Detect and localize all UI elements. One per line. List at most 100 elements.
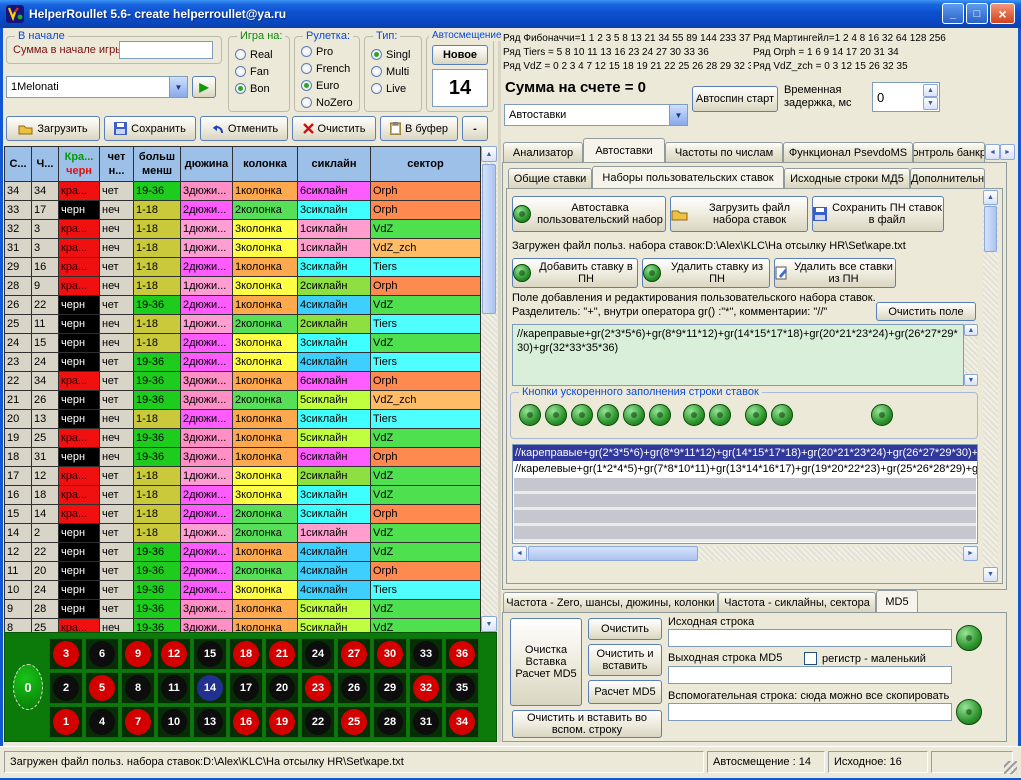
tab-freq-sixlines[interactable]: Частота - сиклайны, сектора [718, 592, 876, 612]
radio-option-live[interactable]: Live [365, 80, 421, 97]
radio-option-fan[interactable]: Fan [229, 63, 289, 80]
board-number-20[interactable]: 20 [265, 672, 299, 704]
table-row[interactable]: 928чернчет19-363дюжи...1колонка5сиклайнV… [5, 600, 481, 619]
spins-table[interactable]: 3434кра...чет19-363дюжи...1колонка6сикла… [4, 182, 481, 632]
load-button[interactable]: Загрузить [6, 116, 100, 141]
board-number-11[interactable]: 11 [157, 672, 191, 704]
board-number-23[interactable]: 23 [301, 672, 335, 704]
radio-option-pro[interactable]: Pro [295, 43, 359, 60]
tab-scroll-left-icon[interactable]: ◄ [985, 144, 1000, 160]
board-number-16[interactable]: 16 [229, 706, 263, 738]
scroll-up-icon[interactable]: ▲ [481, 146, 497, 162]
play-button[interactable]: ▶ [192, 76, 216, 98]
table-row[interactable]: 1712кра...чет1-181дюжи...3колонка2сиклай… [5, 467, 481, 486]
quick-fill-button[interactable] [871, 404, 893, 426]
table-row[interactable]: 1120чернчет19-362дюжи...2колонка4сиклайн… [5, 562, 481, 581]
table-row[interactable]: 1514кра...чет1-182дюжи...2колонка3сиклай… [5, 505, 481, 524]
board-number-26[interactable]: 26 [337, 672, 371, 704]
md5-source-action-button[interactable] [956, 625, 982, 651]
radio-option-bon[interactable]: Bon [229, 80, 289, 97]
tab-freq-zero[interactable]: Частота - Zero, шансы, дюжины, колонки [503, 592, 718, 612]
board-number-15[interactable]: 15 [193, 638, 227, 670]
md5-source-input[interactable] [668, 629, 952, 647]
radio-option-french[interactable]: French [295, 60, 359, 77]
column-header[interactable]: С... [5, 147, 32, 182]
delete-all-stakes-button[interactable]: Удалить все ставки из ПН [774, 258, 896, 288]
column-header[interactable]: Кра...черн [59, 147, 100, 182]
table-row[interactable]: 3434кра...чет19-363дюжи...1колонка6сикла… [5, 182, 481, 201]
tab-scroll-right-icon[interactable]: ► [1000, 144, 1015, 160]
table-row[interactable]: 825кра...неч19-363дюжи...1колонка5сиклай… [5, 619, 481, 632]
stake-list-item[interactable]: //карелевые+gr(1*2*4*5)+gr(7*8*10*11)+gr… [513, 461, 977, 477]
delete-stake-button[interactable]: Удалить ставку из ПН [642, 258, 770, 288]
quick-fill-button[interactable] [771, 404, 793, 426]
tab-bankroll[interactable]: Контроль банкро [913, 142, 985, 162]
table-scrollbar-thumb[interactable] [482, 164, 496, 314]
md5-clear-paste-aux-button[interactable]: Очистить и вставить во вспом. строку [512, 710, 662, 738]
new-number-button[interactable]: Новое [432, 45, 488, 65]
board-number-25[interactable]: 25 [337, 706, 371, 738]
tab-psevdoms[interactable]: Функционал PsevdoMS [783, 142, 913, 162]
list-hscrollbar-thumb[interactable] [528, 546, 698, 561]
subtab-user-stake-sets[interactable]: Наборы пользовательских ставок [592, 166, 784, 188]
board-number-21[interactable]: 21 [265, 638, 299, 670]
subtab-md5-strings[interactable]: Исходные строки МД5 [784, 168, 910, 188]
board-number-0[interactable]: 0 [13, 664, 43, 710]
copy-to-buffer-button[interactable]: В буфер [380, 116, 458, 141]
column-header[interactable]: дюжина [181, 147, 233, 182]
collapse-button[interactable]: - [462, 116, 488, 141]
table-row[interactable]: 2415черннеч1-182дюжи...3колонка3сиклайнV… [5, 334, 481, 353]
board-number-27[interactable]: 27 [337, 638, 371, 670]
stake-list-item[interactable]: //кареправые+gr(2*3*5*6)+gr(8*9*11*12)+g… [513, 445, 977, 461]
board-number-31[interactable]: 31 [409, 706, 443, 738]
board-number-1[interactable]: 1 [49, 706, 83, 738]
maximize-button[interactable]: □ [966, 3, 988, 24]
column-header[interactable]: Ч... [32, 147, 59, 182]
board-number-29[interactable]: 29 [373, 672, 407, 704]
radio-option-singl[interactable]: Singl [365, 46, 421, 63]
table-row[interactable]: 3317черннеч1-182дюжи...2колонка3сиклайнO… [5, 201, 481, 220]
board-number-17[interactable]: 17 [229, 672, 263, 704]
board-number-32[interactable]: 32 [409, 672, 443, 704]
tab-frequencies[interactable]: Частоты по числам [665, 142, 783, 162]
scroll-right-icon[interactable]: ► [963, 546, 978, 561]
quick-fill-button[interactable] [745, 404, 767, 426]
quick-fill-button[interactable] [597, 404, 619, 426]
save-stake-file-button[interactable]: Сохранить ПН ставок в файл [812, 196, 944, 232]
board-number-14[interactable]: 14 [193, 672, 227, 704]
close-button[interactable]: × [990, 3, 1015, 24]
md5-big-button[interactable]: Очистка Вставка Расчет MD5 [510, 618, 582, 706]
table-row[interactable]: 1222чернчет19-362дюжи...1колонка4сиклайн… [5, 543, 481, 562]
autospin-start-button[interactable]: Автоспин старт [692, 86, 778, 112]
load-stake-file-button[interactable]: Загрузить файл набора ставок [670, 196, 808, 232]
tab-autostakes[interactable]: Автоставки [583, 138, 665, 162]
table-row[interactable]: 2916кра...чет1-182дюжи...1колонка3сиклай… [5, 258, 481, 277]
board-number-4[interactable]: 4 [85, 706, 119, 738]
board-number-30[interactable]: 30 [373, 638, 407, 670]
radio-option-euro[interactable]: Euro [295, 77, 359, 94]
board-number-33[interactable]: 33 [409, 638, 443, 670]
clear-field-button[interactable]: Очистить поле [876, 302, 976, 321]
board-number-36[interactable]: 36 [445, 638, 479, 670]
scroll-down-icon[interactable]: ▼ [481, 616, 497, 632]
table-row[interactable]: 1618кра...чет1-182дюжи...3колонка3сиклай… [5, 486, 481, 505]
radio-option-multi[interactable]: Multi [365, 63, 421, 80]
delay-spinner[interactable]: 0 ▲ ▼ [872, 82, 940, 112]
table-row[interactable]: 2622чернчет19-362дюжи...1колонка4сиклайн… [5, 296, 481, 315]
splitter[interactable] [498, 30, 501, 742]
register-checkbox[interactable] [804, 652, 817, 665]
tab-md5[interactable]: MD5 [876, 590, 918, 612]
tab-analyzer[interactable]: Анализатор [503, 142, 583, 162]
chevron-down-icon[interactable]: ▼ [169, 77, 187, 97]
md5-clear-button[interactable]: Очистить [588, 618, 662, 640]
quick-fill-button[interactable] [709, 404, 731, 426]
table-row[interactable]: 1024чернчет19-362дюжи...3колонка4сиклайн… [5, 581, 481, 600]
md5-aux-action-button[interactable] [956, 699, 982, 725]
table-row[interactable]: 289кра...неч1-181дюжи...3колонка2сиклайн… [5, 277, 481, 296]
md5-calc-button[interactable]: Расчет MD5 [588, 680, 662, 704]
scroll-left-icon[interactable]: ◄ [512, 546, 527, 561]
spinner-down-icon[interactable]: ▼ [923, 97, 938, 110]
md5-output-input[interactable] [668, 666, 952, 684]
stakes-list[interactable]: //кареправые+gr(2*3*5*6)+gr(8*9*11*12)+g… [512, 444, 978, 544]
table-row[interactable]: 1925кра...неч19-363дюжи...1колонка5сикла… [5, 429, 481, 448]
